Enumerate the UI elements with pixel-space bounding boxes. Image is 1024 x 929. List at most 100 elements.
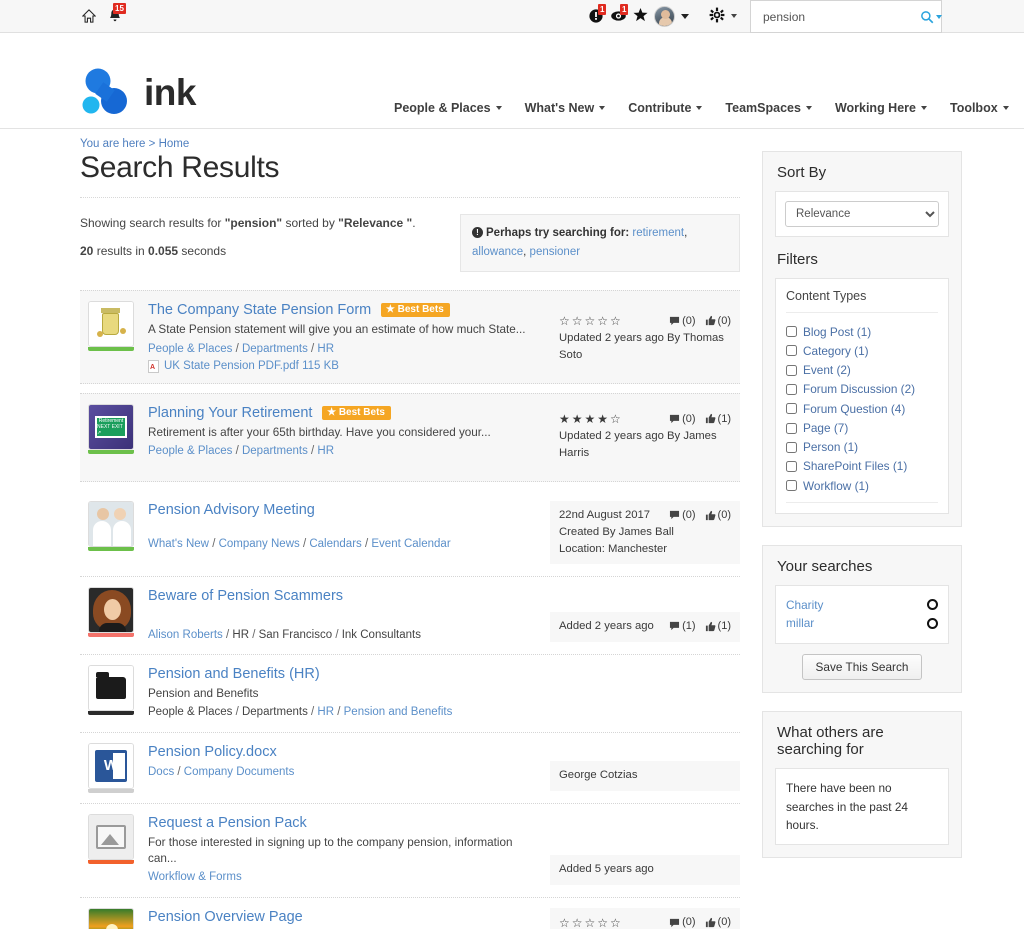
avatar[interactable] (654, 5, 675, 27)
alert-icon[interactable]: 1 (588, 4, 607, 24)
filter-label[interactable]: Person (1) (803, 438, 858, 456)
suggestion-link-pensioner[interactable]: pensioner (530, 246, 581, 258)
filter-blog-post[interactable]: Blog Post (1) (786, 322, 938, 341)
path-link[interactable]: Calendars (309, 538, 361, 550)
filter-checkbox[interactable] (786, 461, 797, 473)
gear-icon[interactable] (709, 7, 725, 26)
path-link[interactable]: Company Documents (184, 766, 295, 778)
path-link[interactable]: Company News (219, 538, 300, 550)
nav-contribute[interactable]: Contribute (628, 101, 703, 115)
sort-by-select[interactable]: Relevance Date Title (785, 201, 939, 227)
filter-checkbox[interactable] (786, 403, 797, 415)
filter-label[interactable]: Workflow (1) (803, 477, 869, 495)
filters-panel-inner: Content Types Blog Post (1) Category (1)… (775, 278, 949, 514)
filter-label[interactable]: Forum Discussion (2) (803, 380, 915, 398)
brand-logo[interactable]: ink (78, 65, 196, 121)
path-link[interactable]: Alison Roberts (148, 629, 223, 641)
filter-label[interactable]: Forum Question (4) (803, 400, 905, 418)
avatar-chevron-down-icon[interactable] (681, 13, 689, 19)
nav-whats-new[interactable]: What's New (525, 101, 606, 115)
filter-checkbox[interactable] (786, 480, 797, 492)
eye-badge: 1 (620, 4, 629, 15)
result-item[interactable]: Beware of Pension Scammers Alison Robert… (80, 577, 740, 655)
search-submit-button[interactable] (920, 10, 942, 24)
result-title-link[interactable]: The Company State Pension Form (148, 302, 371, 318)
filter-sharepoint-files[interactable]: SharePoint Files (1) (786, 457, 938, 476)
bell-icon[interactable]: 15 (107, 3, 126, 24)
settings-chevron-down-icon[interactable] (731, 14, 737, 18)
result-title-link[interactable]: Pension Policy.docx (148, 744, 277, 760)
like-count: (1) (705, 618, 731, 635)
result-title-link[interactable]: Planning Your Retirement (148, 405, 312, 421)
search-chevron-down-icon[interactable] (936, 14, 942, 19)
filter-checkbox[interactable] (786, 345, 797, 357)
nav-teamspaces[interactable]: TeamSpaces (725, 101, 812, 115)
result-item[interactable]: Retirement NEXT EXIT ↗ Planning Your Reti… (80, 392, 740, 482)
path-link[interactable]: HR (317, 445, 334, 457)
filter-checkbox[interactable] (786, 326, 797, 338)
eye-icon[interactable]: 1 (610, 4, 629, 24)
nav-toolbox[interactable]: Toolbox (950, 101, 1009, 115)
delete-icon[interactable] (927, 618, 938, 630)
path-link[interactable]: HR (317, 343, 334, 355)
filter-label[interactable]: Category (1) (803, 342, 869, 360)
nav-working-here[interactable]: Working Here (835, 101, 927, 115)
save-this-search-button[interactable]: Save This Search (801, 654, 923, 681)
filter-page[interactable]: Page (7) (786, 418, 938, 437)
result-breadcrumb-path: Workflow & Forms (148, 869, 542, 886)
path-link[interactable]: Event Calendar (371, 538, 450, 550)
result-item[interactable]: The Company State Pension Form ★ Best Be… (80, 290, 740, 384)
path-link[interactable]: Workflow & Forms (148, 871, 242, 883)
result-item[interactable]: Request a Pension Pack For those interes… (80, 804, 740, 898)
search-input[interactable] (761, 8, 920, 25)
breadcrumb-home-link[interactable]: Home (159, 138, 190, 150)
filter-checkbox[interactable] (786, 364, 797, 376)
result-attachment[interactable]: UK State Pension PDF.pdf 115 KB (148, 359, 542, 373)
result-item[interactable]: Pension Advisory Meeting What's New / Co… (80, 491, 740, 578)
filter-forum-question[interactable]: Forum Question (4) (786, 399, 938, 418)
delete-icon[interactable] (927, 599, 938, 611)
attachment-link[interactable]: UK State Pension PDF.pdf 115 KB (164, 360, 339, 372)
result-title-link[interactable]: Pension Overview Page (148, 909, 303, 925)
filter-label[interactable]: Event (2) (803, 361, 851, 379)
path-link[interactable]: People & Places (148, 445, 232, 457)
result-title-link[interactable]: Beware of Pension Scammers (148, 588, 343, 604)
filter-checkbox[interactable] (786, 383, 797, 395)
filter-checkbox[interactable] (786, 422, 797, 434)
result-title-link[interactable]: Request a Pension Pack (148, 815, 307, 831)
filter-category[interactable]: Category (1) (786, 341, 938, 360)
global-search-box[interactable] (750, 0, 942, 33)
result-item[interactable]: W Pension Policy.docx Docs / Company Doc… (80, 733, 740, 804)
filter-label[interactable]: SharePoint Files (1) (803, 457, 907, 475)
suggestion-link-allowance[interactable]: allowance (472, 246, 523, 258)
path-link[interactable]: Departments (242, 343, 308, 355)
filter-label[interactable]: Blog Post (1) (803, 323, 871, 341)
rating-stars[interactable]: ☆☆☆☆☆ (559, 914, 623, 929)
path-link[interactable]: People & Places (148, 343, 232, 355)
filter-event[interactable]: Event (2) (786, 361, 938, 380)
filter-person[interactable]: Person (1) (786, 438, 938, 457)
result-title-link[interactable]: Pension and Benefits (HR) (148, 666, 320, 682)
filter-checkbox[interactable] (786, 441, 797, 453)
result-item[interactable]: Pension and Benefits (HR) Pension and Be… (80, 655, 740, 733)
chevron-down-icon (1002, 106, 1009, 110)
saved-search-link[interactable]: Charity (786, 596, 823, 615)
filter-forum-discussion[interactable]: Forum Discussion (2) (786, 380, 938, 399)
star-icon[interactable] (633, 7, 648, 25)
saved-search-link[interactable]: millar (786, 614, 814, 633)
rating-stars[interactable]: ☆☆☆☆☆ (559, 312, 623, 330)
rating-stars[interactable]: ★★★★☆ (559, 410, 623, 428)
filter-label[interactable]: Page (7) (803, 419, 848, 437)
nav-people-and-places[interactable]: People & Places (394, 101, 502, 115)
path-link[interactable]: What's New (148, 538, 209, 550)
filter-workflow[interactable]: Workflow (1) (786, 476, 938, 495)
path-link[interactable]: Departments (242, 445, 308, 457)
result-item[interactable]: Pension Overview Page Use this page to n… (80, 898, 740, 929)
home-icon[interactable] (82, 9, 96, 23)
path-link[interactable]: HR (317, 706, 334, 718)
path-link[interactable]: Docs (148, 766, 174, 778)
suggestion-link-retirement[interactable]: retirement (632, 227, 684, 239)
path-link[interactable]: Pension and Benefits (344, 706, 453, 718)
result-title-link[interactable]: Pension Advisory Meeting (148, 502, 315, 518)
result-breadcrumb-path: People & Places / Departments / HR (148, 342, 335, 355)
